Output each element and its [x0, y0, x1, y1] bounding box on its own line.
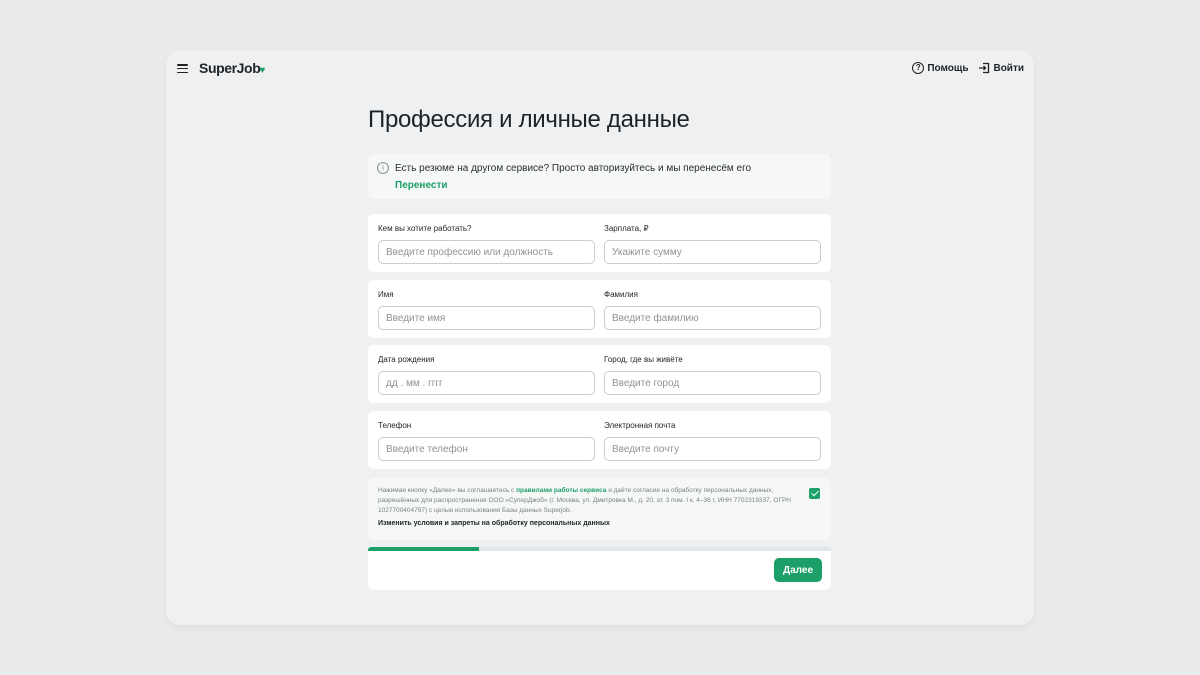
top-bar: SuperJob♥ ? Помощь Войти: [166, 50, 1034, 88]
profession-input[interactable]: [378, 240, 595, 264]
last-name-label: Фамилия: [604, 290, 638, 299]
last-name-field: Фамилия: [604, 290, 821, 330]
salary-field: Зарплата, ₽: [604, 224, 821, 264]
email-label: Электронная почта: [604, 421, 676, 430]
superjob-logo[interactable]: SuperJob♥: [199, 60, 265, 76]
first-name-label: Имя: [378, 290, 394, 299]
consent-text: Нажимая кнопку «Далее» вы соглашаетесь с…: [378, 486, 793, 516]
email-field: Электронная почта: [604, 421, 821, 461]
city-label: Город, где вы живёте: [604, 355, 683, 364]
progress-bar: [368, 547, 831, 551]
birth-date-label: Дата рождения: [378, 355, 435, 364]
birth-date-field: Дата рождения: [378, 355, 595, 395]
import-link[interactable]: Перенести: [395, 180, 448, 191]
profession-field: Кем вы хотите работать?: [378, 224, 595, 264]
app-window: SuperJob♥ ? Помощь Войти Профессия и лич…: [166, 50, 1034, 625]
consent-block: Нажимая кнопку «Далее» вы соглашаетесь с…: [368, 478, 831, 540]
phone-field: Телефон: [378, 421, 595, 461]
first-name-input[interactable]: [378, 306, 595, 330]
login-label: Войти: [993, 62, 1024, 74]
rules-link[interactable]: правилами работы сервиса: [516, 487, 606, 494]
phone-input[interactable]: [378, 437, 595, 461]
menu-icon[interactable]: [177, 64, 188, 73]
form-footer: Далее: [368, 547, 831, 590]
salary-input[interactable]: [604, 240, 821, 264]
change-consent-link[interactable]: Изменить условия и запреты на обработку …: [378, 520, 610, 527]
import-notice: i Есть резюме на другом сервисе? Просто …: [368, 154, 831, 199]
heart-icon: ♥: [259, 65, 265, 76]
first-name-field: Имя: [378, 290, 595, 330]
info-icon: i: [377, 162, 389, 174]
city-input[interactable]: [604, 371, 821, 395]
birth-date-input[interactable]: [378, 371, 595, 395]
profession-salary-card: Кем вы хотите работать? Зарплата, ₽: [368, 214, 831, 272]
city-field: Город, где вы живёте: [604, 355, 821, 395]
contacts-card: Телефон Электронная почта: [368, 411, 831, 469]
consent-checkbox[interactable]: [809, 488, 820, 499]
phone-label: Телефон: [378, 421, 412, 430]
salary-label: Зарплата, ₽: [604, 224, 649, 233]
page-title: Профессия и личные данные: [368, 106, 690, 133]
name-card: Имя Фамилия: [368, 280, 831, 338]
login-button[interactable]: Войти: [978, 62, 1024, 74]
notice-message: Есть резюме на другом сервисе? Просто ав…: [395, 163, 752, 174]
profession-label: Кем вы хотите работать?: [378, 224, 472, 233]
login-icon: [979, 62, 990, 74]
help-button[interactable]: ? Помощь: [912, 62, 968, 74]
help-label: Помощь: [927, 62, 969, 74]
top-actions: ? Помощь Войти: [912, 62, 1024, 74]
consent-text-before: Нажимая кнопку «Далее» вы соглашаетесь с: [378, 487, 517, 494]
logo-text: SuperJob: [199, 60, 261, 76]
last-name-input[interactable]: [604, 306, 821, 330]
next-button[interactable]: Далее: [774, 558, 822, 582]
birth-city-card: Дата рождения Город, где вы живёте: [368, 345, 831, 403]
help-icon: ?: [912, 62, 925, 74]
email-input[interactable]: [604, 437, 821, 461]
progress-fill: [368, 547, 480, 551]
